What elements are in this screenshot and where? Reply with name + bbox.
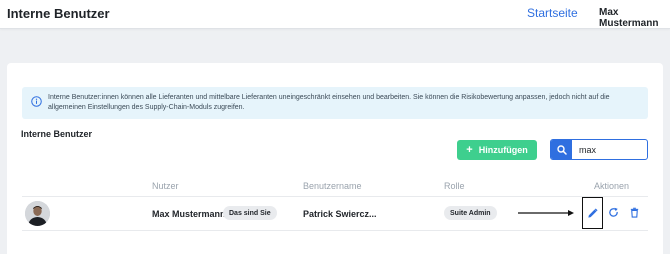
row-divider <box>22 230 648 231</box>
current-user-name[interactable]: Max Mustermann <box>599 7 670 29</box>
refresh-icon[interactable] <box>608 207 619 218</box>
column-header-role: Rolle <box>444 181 465 191</box>
users-card: Interne Benutzer:innen können alle Liefe… <box>7 63 663 254</box>
edit-button[interactable] <box>582 197 603 229</box>
search-input[interactable] <box>575 140 645 159</box>
section-title: Interne Benutzer <box>21 129 93 139</box>
info-circle-icon <box>31 96 42 107</box>
add-user-button-label: Hinzufügen <box>478 145 528 155</box>
self-badge: Das sind Sie <box>223 206 277 220</box>
column-header-actions: Aktionen <box>594 181 630 191</box>
info-banner: Interne Benutzer:innen können alle Liefe… <box>22 87 648 119</box>
header-divider <box>22 196 648 197</box>
add-user-button[interactable]: + Hinzufügen <box>457 140 537 160</box>
search-icon <box>556 144 567 155</box>
user-photo-icon <box>25 201 50 226</box>
trash-icon[interactable] <box>629 207 640 218</box>
search-box <box>550 139 648 160</box>
role-badge: Suite Admin <box>444 206 497 220</box>
column-header-user: Nutzer <box>152 181 179 191</box>
column-header-username: Benutzername <box>303 181 362 191</box>
user-name-cell: Max Mustermann <box>152 209 226 219</box>
search-button[interactable] <box>551 140 572 159</box>
pencil-icon <box>588 207 598 218</box>
arrow-right-icon <box>518 210 574 216</box>
home-link[interactable]: Startseite <box>527 6 578 20</box>
top-bar: Interne Benutzer Startseite Max Musterma… <box>0 0 670 29</box>
page-title: Interne Benutzer <box>7 6 110 21</box>
plus-icon: + <box>466 143 473 156</box>
info-banner-text: Interne Benutzer:innen können alle Liefe… <box>48 94 610 111</box>
username-cell: Patrick Swiercz... <box>303 209 377 219</box>
avatar <box>25 201 50 226</box>
